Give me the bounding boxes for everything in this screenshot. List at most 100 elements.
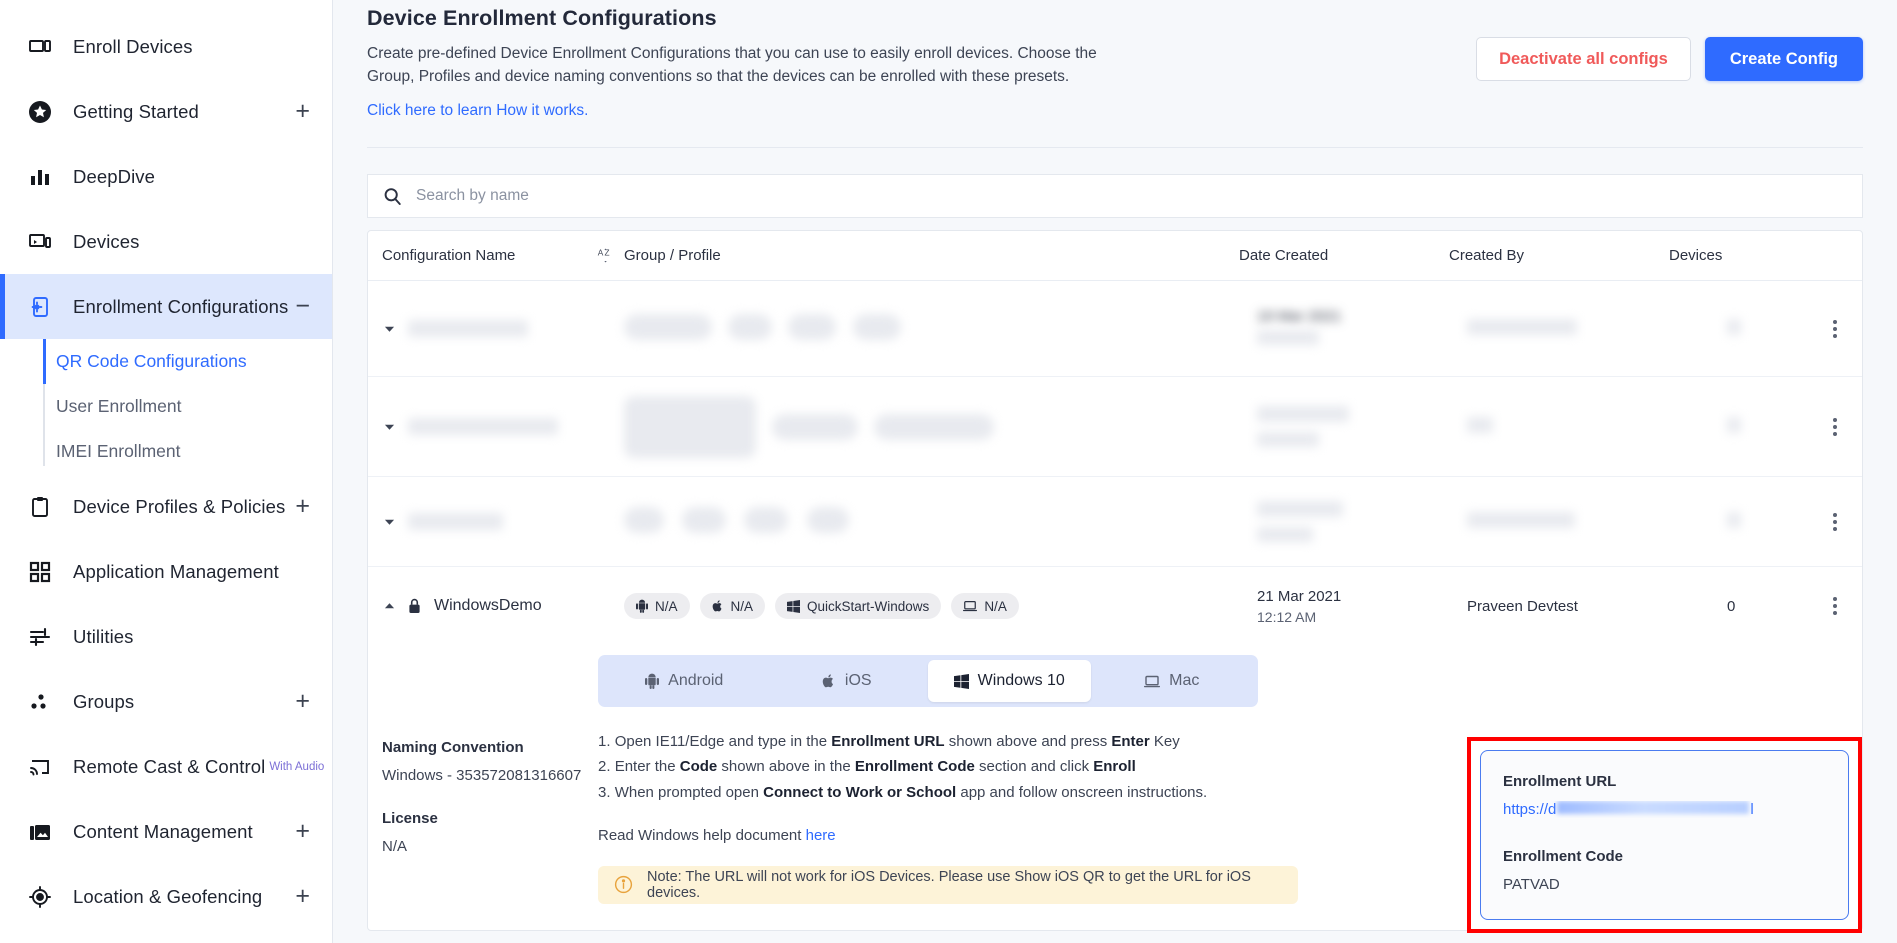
os-tab-group: Android iOS Windows 10 Mac xyxy=(598,655,1258,708)
sidebar-item-groups[interactable]: Groups + xyxy=(0,669,332,734)
enrollment-url-prefix: https://d xyxy=(1503,801,1557,819)
sidebar-item-location-geofencing[interactable]: Location & Geofencing + xyxy=(0,864,332,929)
page-description: Create pre-defined Device Enrollment Con… xyxy=(367,45,1097,85)
redacted-devices xyxy=(1687,318,1807,339)
grid-apps-icon xyxy=(25,557,55,587)
expand-caret-icon[interactable] xyxy=(382,515,396,529)
time-created: 12:12 AM xyxy=(1257,608,1317,625)
chip-label: N/A xyxy=(730,598,754,614)
monitor-phone-icon xyxy=(25,227,55,257)
tab-ios[interactable]: iOS xyxy=(766,660,929,702)
row-menu-button[interactable] xyxy=(1832,512,1837,531)
row-menu-button[interactable] xyxy=(1832,597,1837,616)
create-config-button[interactable]: Create Config xyxy=(1704,37,1863,81)
tab-android[interactable]: Android xyxy=(603,660,766,702)
sidebar-subitem-label: IMEI Enrollment xyxy=(56,441,181,461)
tab-windows-10[interactable]: Windows 10 xyxy=(928,660,1091,703)
sidebar-item-imei-enrollment[interactable]: IMEI Enrollment xyxy=(56,429,332,474)
search-bar[interactable] xyxy=(367,174,1863,219)
tab-label: Windows 10 xyxy=(977,672,1065,690)
expand-plus-icon[interactable]: + xyxy=(295,884,310,909)
sidebar-item-user-enrollment[interactable]: User Enrollment xyxy=(56,384,332,429)
sidebar-item-label: Device Profiles & Policies xyxy=(73,495,286,517)
chip-label: N/A xyxy=(655,598,678,614)
expand-plus-icon[interactable]: + xyxy=(295,689,310,714)
sidebar-item-label: Groups xyxy=(73,690,135,712)
sidebar-item-enroll-devices[interactable]: Enroll Devices xyxy=(0,14,332,79)
chip-ios: N/A xyxy=(699,593,766,620)
clipboard-icon xyxy=(25,492,55,522)
table-header-row: Configuration Name A Z Group / Profile D… xyxy=(368,231,1862,282)
sidebar-item-label: Application Management xyxy=(73,560,279,582)
sidebar-item-application-management[interactable]: Application Management xyxy=(0,539,332,604)
table-row[interactable] xyxy=(368,377,1862,478)
how-it-works-link[interactable]: Click here to learn How it works. xyxy=(367,102,588,120)
sidebar-item-utilities[interactable]: Utilities xyxy=(0,604,332,669)
sidebar-item-label: Getting Started xyxy=(73,100,199,122)
table-row[interactable]: 19 Mar 2021 xyxy=(368,281,1862,378)
app-root: Enroll Devices Getting Started + DeepDiv… xyxy=(0,0,1897,943)
expanded-detail-panel: Naming Convention Windows - 353572081316… xyxy=(368,645,1862,934)
column-header-configuration-name[interactable]: Configuration Name xyxy=(368,247,588,264)
windows-icon xyxy=(787,599,801,613)
main-content: Device Enrollment Configurations Create … xyxy=(333,0,1897,943)
enrollment-url-label: Enrollment URL xyxy=(1503,773,1617,791)
naming-convention-value: Windows - 353572081316607 xyxy=(382,767,582,785)
expand-plus-icon[interactable]: + xyxy=(295,819,310,844)
chip-android: N/A xyxy=(624,593,690,620)
enrollment-details-panel: Enrollment URL https://d l Enrollment Co… xyxy=(1480,750,1849,921)
sidebar: Enroll Devices Getting Started + DeepDiv… xyxy=(0,0,333,943)
sidebar-item-enrollment-configurations[interactable]: Enrollment Configurations − xyxy=(0,274,332,339)
row-menu-button[interactable] xyxy=(1832,417,1837,436)
table-row-expanded[interactable]: WindowsDemo N/A N/A QuickStart-Windows N… xyxy=(368,567,1862,645)
sidebar-subnav-enrollment: QR Code Configurations User Enrollment I… xyxy=(0,339,332,474)
sidebar-item-content-management[interactable]: Content Management + xyxy=(0,799,332,864)
page-title: Device Enrollment Configurations xyxy=(367,6,717,30)
redacted-config-name xyxy=(408,513,503,531)
sidebar-item-qr-code-configurations[interactable]: QR Code Configurations xyxy=(43,339,332,384)
group-profile-chips: N/A N/A QuickStart-Windows N/A xyxy=(624,593,1257,620)
expand-caret-icon[interactable] xyxy=(382,322,396,336)
mac-laptop-icon xyxy=(1144,675,1161,688)
images-icon xyxy=(25,817,55,847)
help-document-link[interactable]: here xyxy=(806,827,836,844)
expand-caret-icon[interactable] xyxy=(382,420,396,434)
redacted-date-created: 19 Mar 2021 xyxy=(1257,308,1467,349)
ios-url-note: Note: The URL will not work for iOS Devi… xyxy=(598,865,1298,904)
mac-laptop-icon xyxy=(963,600,978,612)
sidebar-item-label: Remote Cast & Control xyxy=(73,755,266,777)
configuration-name: WindowsDemo xyxy=(434,597,542,615)
column-header-date-created: Date Created xyxy=(1239,247,1329,265)
content-wrapper: Configuration Name A Z Group / Profile D… xyxy=(333,174,1897,934)
row-menu-button[interactable] xyxy=(1832,319,1837,338)
sidebar-item-remote-cast-control[interactable]: Remote Cast & Control With Audio xyxy=(0,734,332,799)
expand-plus-icon[interactable]: + xyxy=(295,99,310,124)
sidebar-item-label: Enrollment Configurations xyxy=(73,295,289,317)
search-input[interactable] xyxy=(416,187,1848,206)
sidebar-item-device-profiles-policies[interactable]: Device Profiles & Policies + xyxy=(0,474,332,539)
tab-label: Mac xyxy=(1169,672,1200,690)
sidebar-item-getting-started[interactable]: Getting Started + xyxy=(0,79,332,144)
groups-dots-icon xyxy=(25,687,55,717)
redacted-config-name xyxy=(408,320,528,338)
enrollment-gear-icon xyxy=(25,292,55,322)
expand-plus-icon[interactable]: + xyxy=(295,494,310,519)
star-icon xyxy=(25,97,55,127)
sidebar-item-deepdive[interactable]: DeepDive xyxy=(0,144,332,209)
tab-mac[interactable]: Mac xyxy=(1091,660,1254,702)
lock-icon xyxy=(408,598,422,614)
sidebar-subitem-label: QR Code Configurations xyxy=(56,351,247,371)
chip-mac: N/A xyxy=(951,593,1019,620)
svg-text:A: A xyxy=(598,249,604,258)
sidebar-item-devices[interactable]: Devices xyxy=(0,209,332,274)
enrollment-url-value[interactable]: https://d l xyxy=(1503,801,1826,818)
table-row[interactable] xyxy=(368,477,1862,568)
sidebar-item-label: Devices xyxy=(73,230,140,252)
collapse-caret-icon[interactable] xyxy=(382,599,396,613)
collapse-minus-icon[interactable]: − xyxy=(295,294,310,319)
license-label: License xyxy=(382,810,438,828)
deactivate-all-configs-button[interactable]: Deactivate all configs xyxy=(1476,37,1691,81)
sidebar-item-label: Enroll Devices xyxy=(73,35,193,57)
license-value: N/A xyxy=(382,838,408,856)
sort-alpha-icon[interactable]: A Z xyxy=(588,246,624,265)
